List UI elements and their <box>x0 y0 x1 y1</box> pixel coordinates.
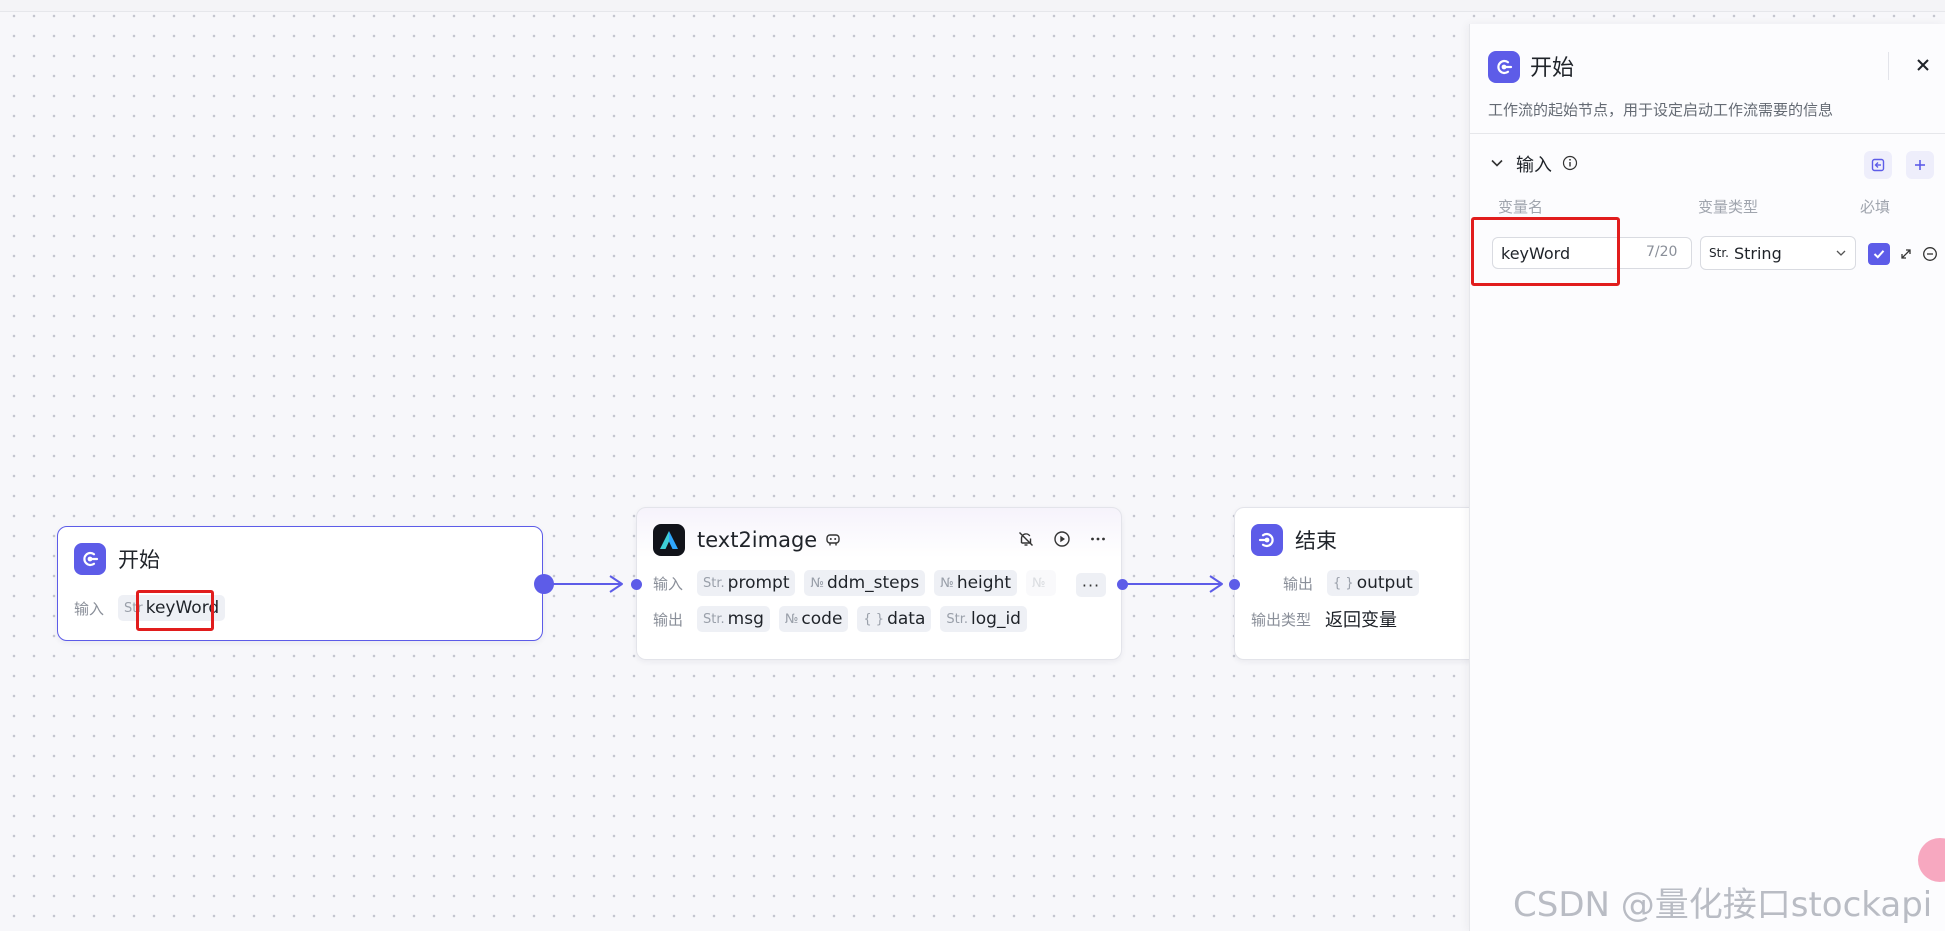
end-input-port[interactable] <box>1229 579 1240 590</box>
variable-type-select[interactable]: Str. String <box>1700 236 1856 270</box>
add-variable-button[interactable] <box>1906 151 1934 179</box>
end-output-type-label: 输出类型 <box>1251 610 1312 629</box>
input-var-prompt: Str. prompt <box>697 570 796 596</box>
column-header-required: 必填 <box>1860 198 1891 216</box>
var-type-number: № <box>810 575 825 591</box>
end-output-var: { } output <box>1327 570 1419 596</box>
text2image-input-port[interactable] <box>631 579 642 590</box>
watermark: CSDN @量化接口stockapi <box>1513 885 1933 925</box>
text2image-node-title: text2image <box>697 528 818 552</box>
input-section-title[interactable]: 输入 <box>1516 151 1552 177</box>
var-name: prompt <box>727 573 790 593</box>
panel-description: 工作流的起始节点，用于设定启动工作流需要的信息 <box>1488 101 1834 119</box>
variable-name-counter: 7/20 <box>1646 244 1678 260</box>
input-var-truncated: № <box>1026 570 1057 596</box>
text2image-node[interactable]: text2image 输入 Str. prompt № ddm_steps № hei… <box>636 507 1122 660</box>
text2image-output-label: 输出 <box>653 610 684 629</box>
input-var-height: № height <box>934 570 1018 596</box>
top-bar <box>0 0 1945 12</box>
disable-icon[interactable] <box>1015 528 1037 550</box>
remove-variable-icon[interactable] <box>1920 244 1940 264</box>
text2image-output-port[interactable] <box>1117 579 1128 590</box>
var-name: msg <box>727 609 764 629</box>
run-node-icon[interactable] <box>1051 528 1073 550</box>
var-type-str: Str. <box>703 611 725 627</box>
node-more-icon[interactable] <box>1087 528 1109 550</box>
variable-type-value: String <box>1733 243 1782 263</box>
text2image-logo-icon <box>653 524 685 556</box>
node-config-panel: 开始 工作流的起始节点，用于设定启动工作流需要的信息 输入 变量名 变量类型 必… <box>1469 24 1945 931</box>
chevron-down-icon[interactable] <box>1490 155 1504 174</box>
output-var-msg: Str. msg <box>697 606 770 632</box>
var-name: output <box>1356 573 1413 593</box>
var-type-str: Str. <box>946 611 969 627</box>
column-header-name: 变量名 <box>1498 198 1544 216</box>
output-var-data: { } data <box>857 606 932 632</box>
var-type-number: № <box>784 611 799 627</box>
panel-start-icon <box>1488 51 1520 83</box>
import-icon <box>1871 158 1885 172</box>
highlight-box-node <box>136 590 214 631</box>
highlight-box-panel <box>1471 217 1620 286</box>
end-node-title: 结束 <box>1295 529 1337 553</box>
start-input-label: 输入 <box>74 599 105 618</box>
column-header-type: 变量类型 <box>1698 198 1759 216</box>
chevron-down-icon <box>1836 250 1846 256</box>
panel-title-separator <box>1888 52 1889 80</box>
start-output-port[interactable] <box>534 574 554 594</box>
var-name: log_id <box>971 609 1021 629</box>
var-name: data <box>887 609 926 629</box>
plus-icon <box>1915 160 1925 170</box>
text2image-input-label: 输入 <box>653 574 684 593</box>
var-name: height <box>956 573 1012 593</box>
output-var-log-id: Str. log_id <box>940 606 1027 632</box>
var-type-object: { } <box>863 611 885 627</box>
close-icon[interactable] <box>1910 52 1936 78</box>
var-type-number: № <box>1032 575 1046 591</box>
var-type-number: № <box>940 575 954 591</box>
var-name: code <box>801 609 843 629</box>
import-variables-button[interactable] <box>1864 151 1892 179</box>
info-icon[interactable] <box>1562 155 1578 175</box>
start-node-icon <box>74 543 106 575</box>
start-node[interactable]: 开始 输入 Str keyWord <box>57 526 543 641</box>
more-inputs-button[interactable]: ··· <box>1076 573 1106 597</box>
var-name: ddm_steps <box>827 573 920 593</box>
end-node-icon <box>1251 524 1283 556</box>
type-str-icon: Str. <box>1709 246 1729 260</box>
input-var-ddm-steps: № ddm_steps <box>804 570 926 596</box>
start-node-title: 开始 <box>118 548 160 572</box>
panel-title: 开始 <box>1530 56 1575 81</box>
output-var-code: № code <box>778 606 849 632</box>
required-checkbox[interactable] <box>1868 243 1890 265</box>
expand-icon[interactable] <box>1896 244 1916 264</box>
end-output-label: 输出 <box>1283 574 1314 593</box>
panel-divider <box>1470 133 1945 134</box>
check-icon <box>1873 250 1885 259</box>
plugin-icon <box>825 532 841 548</box>
var-type-str: Str. <box>703 575 725 591</box>
end-output-type-value: 返回变量 <box>1325 610 1398 631</box>
var-type-object: { } <box>1333 575 1354 591</box>
